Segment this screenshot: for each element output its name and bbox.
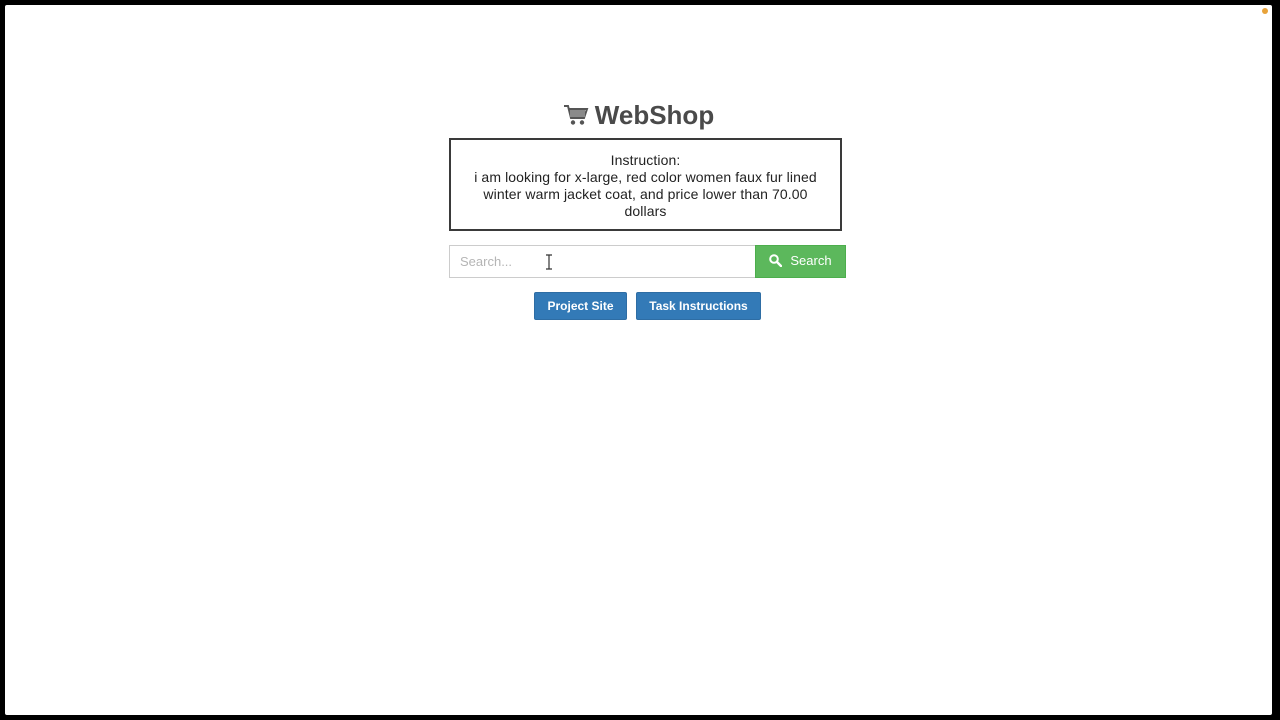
instruction-box: Instruction: i am looking for x-large, r… — [449, 138, 842, 231]
browser-viewport: WebShop Instruction: i am looking for x-… — [5, 5, 1272, 715]
shopping-cart-icon — [563, 102, 589, 134]
search-bar: Search — [449, 245, 846, 278]
search-button[interactable]: Search — [755, 245, 846, 278]
project-site-button[interactable]: Project Site — [534, 292, 627, 320]
notification-dot — [1262, 8, 1268, 14]
site-title: WebShop — [594, 100, 715, 130]
search-button-label: Search — [790, 253, 832, 268]
site-header: WebShop — [5, 99, 1272, 134]
instruction-label: Instruction: — [610, 152, 681, 168]
search-input[interactable] — [449, 245, 755, 278]
search-icon — [769, 254, 783, 270]
instruction-text: i am looking for x-large, red color wome… — [474, 169, 817, 219]
task-instructions-button[interactable]: Task Instructions — [636, 292, 761, 320]
